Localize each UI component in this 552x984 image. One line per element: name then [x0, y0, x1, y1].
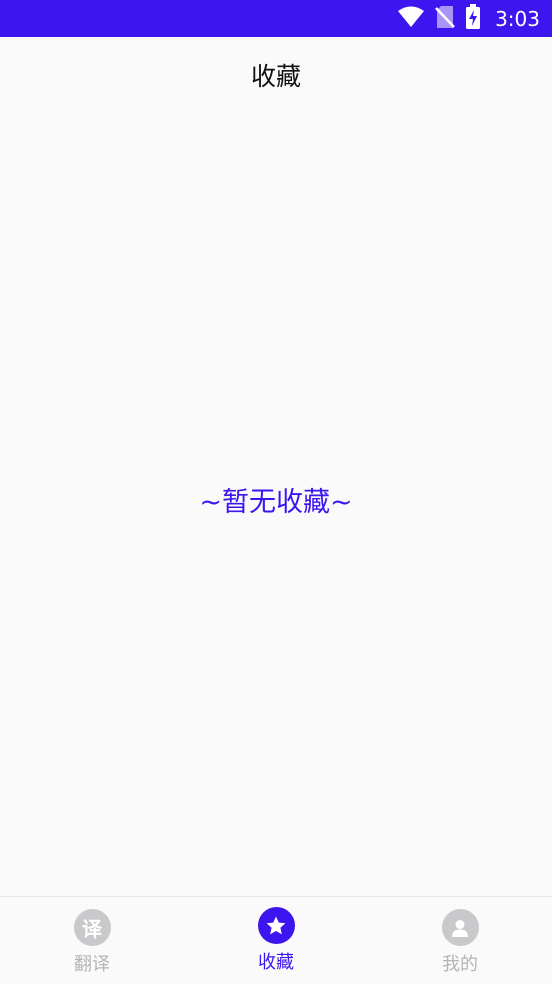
status-icons: 3:03	[397, 0, 540, 37]
nav-item-mine[interactable]: 我的	[368, 897, 552, 984]
star-icon	[257, 907, 295, 944]
app-bar: 收藏	[0, 37, 552, 113]
wifi-icon	[397, 6, 425, 32]
page-title: 收藏	[250, 62, 301, 91]
person-icon	[441, 909, 479, 946]
nav-label-mine: 我的	[442, 954, 478, 975]
status-time: 3:03	[495, 6, 540, 31]
empty-state-message: ~暂无收藏~	[199, 487, 353, 518]
translate-icon: 译	[73, 909, 111, 946]
no-sim-icon	[435, 5, 455, 33]
nav-item-favorites[interactable]: 收藏	[184, 897, 368, 984]
nav-label-favorites: 收藏	[258, 952, 294, 973]
nav-item-translate[interactable]: 译 翻译	[0, 897, 184, 984]
bottom-nav: 译 翻译 收藏 我的	[0, 896, 552, 984]
battery-charging-icon	[465, 3, 481, 34]
nav-label-translate: 翻译	[74, 954, 110, 975]
status-bar: 3:03	[0, 0, 552, 37]
